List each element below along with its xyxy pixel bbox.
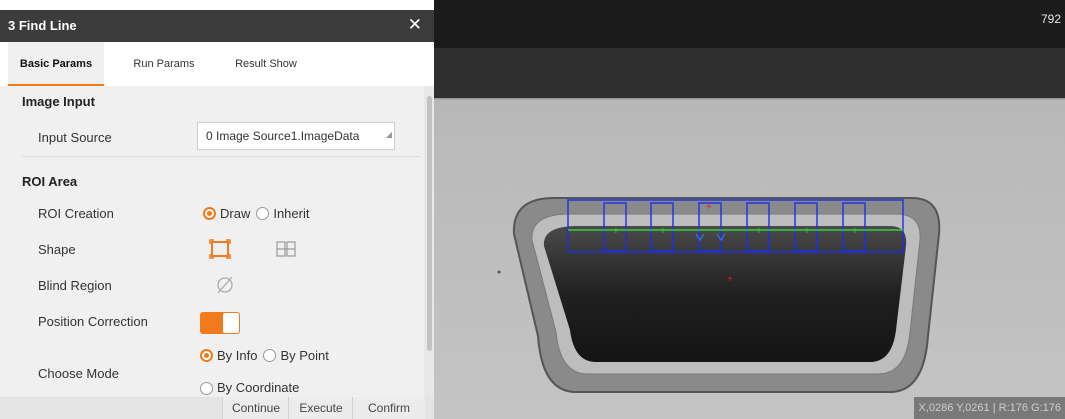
dialog-titlebar: 3 Find Line ✕ <box>0 10 434 42</box>
mode-by-info-option[interactable]: By Info <box>200 348 257 363</box>
image-canvas[interactable]: + + + + + + + 792 X,0286 Y,0261 | R:176 G:1… <box>434 0 1065 419</box>
mode-by-point-label: By Point <box>280 348 329 363</box>
roi-creation-radio-group: Draw Inherit <box>203 206 315 221</box>
radio-unselected-icon <box>256 207 270 220</box>
choose-mode-label: Choose Mode <box>38 366 119 381</box>
roi-inherit-label: Inherit <box>273 206 310 221</box>
section-image-input: Image Input <box>22 94 95 109</box>
mode-by-point-option[interactable]: By Point <box>263 348 329 363</box>
radio-selected-icon <box>203 207 216 220</box>
tab-bar: Basic Params Run Params Result Show <box>0 42 434 86</box>
choose-mode-radio-group: By Info By Point <box>200 348 335 363</box>
resize-grip-icon: ◢ <box>385 130 392 139</box>
radio-unselected-icon <box>263 349 277 362</box>
input-source-label: Input Source <box>38 130 112 145</box>
tab-basic-params[interactable]: Basic Params <box>8 42 104 86</box>
mode-by-coordinate-option[interactable]: By Coordinate <box>200 380 299 395</box>
svg-text:+: + <box>727 274 733 285</box>
frame-counter: 792 <box>1040 12 1061 26</box>
close-icon[interactable]: ✕ <box>408 15 422 35</box>
tab-run-params[interactable]: Run Params <box>112 42 216 86</box>
svg-text:+: + <box>804 226 810 237</box>
section-divider <box>22 156 420 157</box>
svg-text:+: + <box>756 226 762 237</box>
scrollbar-thumb[interactable] <box>427 96 432 351</box>
toggle-knob <box>223 313 239 333</box>
dialog-footer: Continue Execute Confirm <box>0 397 434 419</box>
svg-text:+: + <box>852 226 858 237</box>
shape-label: Shape <box>38 242 76 257</box>
position-correction-label: Position Correction <box>38 314 148 329</box>
radio-selected-icon <box>200 349 213 362</box>
execute-button[interactable]: Execute <box>288 397 353 419</box>
svg-text:+: + <box>706 202 712 213</box>
mode-by-coordinate-label: By Coordinate <box>217 380 300 395</box>
input-source-field[interactable]: 0 Image Source1.ImageData ◢ <box>197 122 395 150</box>
dialog-title: 3 Find Line <box>8 18 77 33</box>
rect-roi-icon[interactable] <box>209 239 231 259</box>
roi-draw-option[interactable]: Draw <box>203 206 250 221</box>
svg-text:+: + <box>613 226 619 237</box>
continue-button[interactable]: Continue <box>222 397 289 419</box>
inspection-image: + + + + + + + <box>434 0 1065 419</box>
roi-creation-label: ROI Creation <box>38 206 114 221</box>
roi-draw-label: Draw <box>220 206 251 221</box>
mode-by-coordinate-row: By Coordinate <box>200 380 305 397</box>
roi-inherit-option[interactable]: Inherit <box>256 206 309 221</box>
mode-by-info-label: By Info <box>217 348 258 363</box>
input-source-value: 0 Image Source1.ImageData <box>206 129 360 143</box>
position-correction-toggle[interactable] <box>200 312 240 334</box>
tab-result-show[interactable]: Result Show <box>216 42 316 86</box>
blind-region-label: Blind Region <box>38 278 112 293</box>
svg-text:+: + <box>660 226 666 237</box>
multi-rect-roi-icon[interactable] <box>275 239 297 259</box>
panel-scrollbar[interactable] <box>424 86 434 397</box>
find-line-dialog: 3 Find Line ✕ Basic Params Run Params Re… <box>0 10 434 419</box>
confirm-button[interactable]: Confirm <box>352 397 425 419</box>
section-roi-area: ROI Area <box>22 174 78 189</box>
radio-unselected-icon <box>200 382 213 395</box>
empty-set-icon[interactable] <box>215 275 235 295</box>
pixel-status-readout: X,0286 Y,0261 | R:176 G:176 <box>914 397 1065 419</box>
